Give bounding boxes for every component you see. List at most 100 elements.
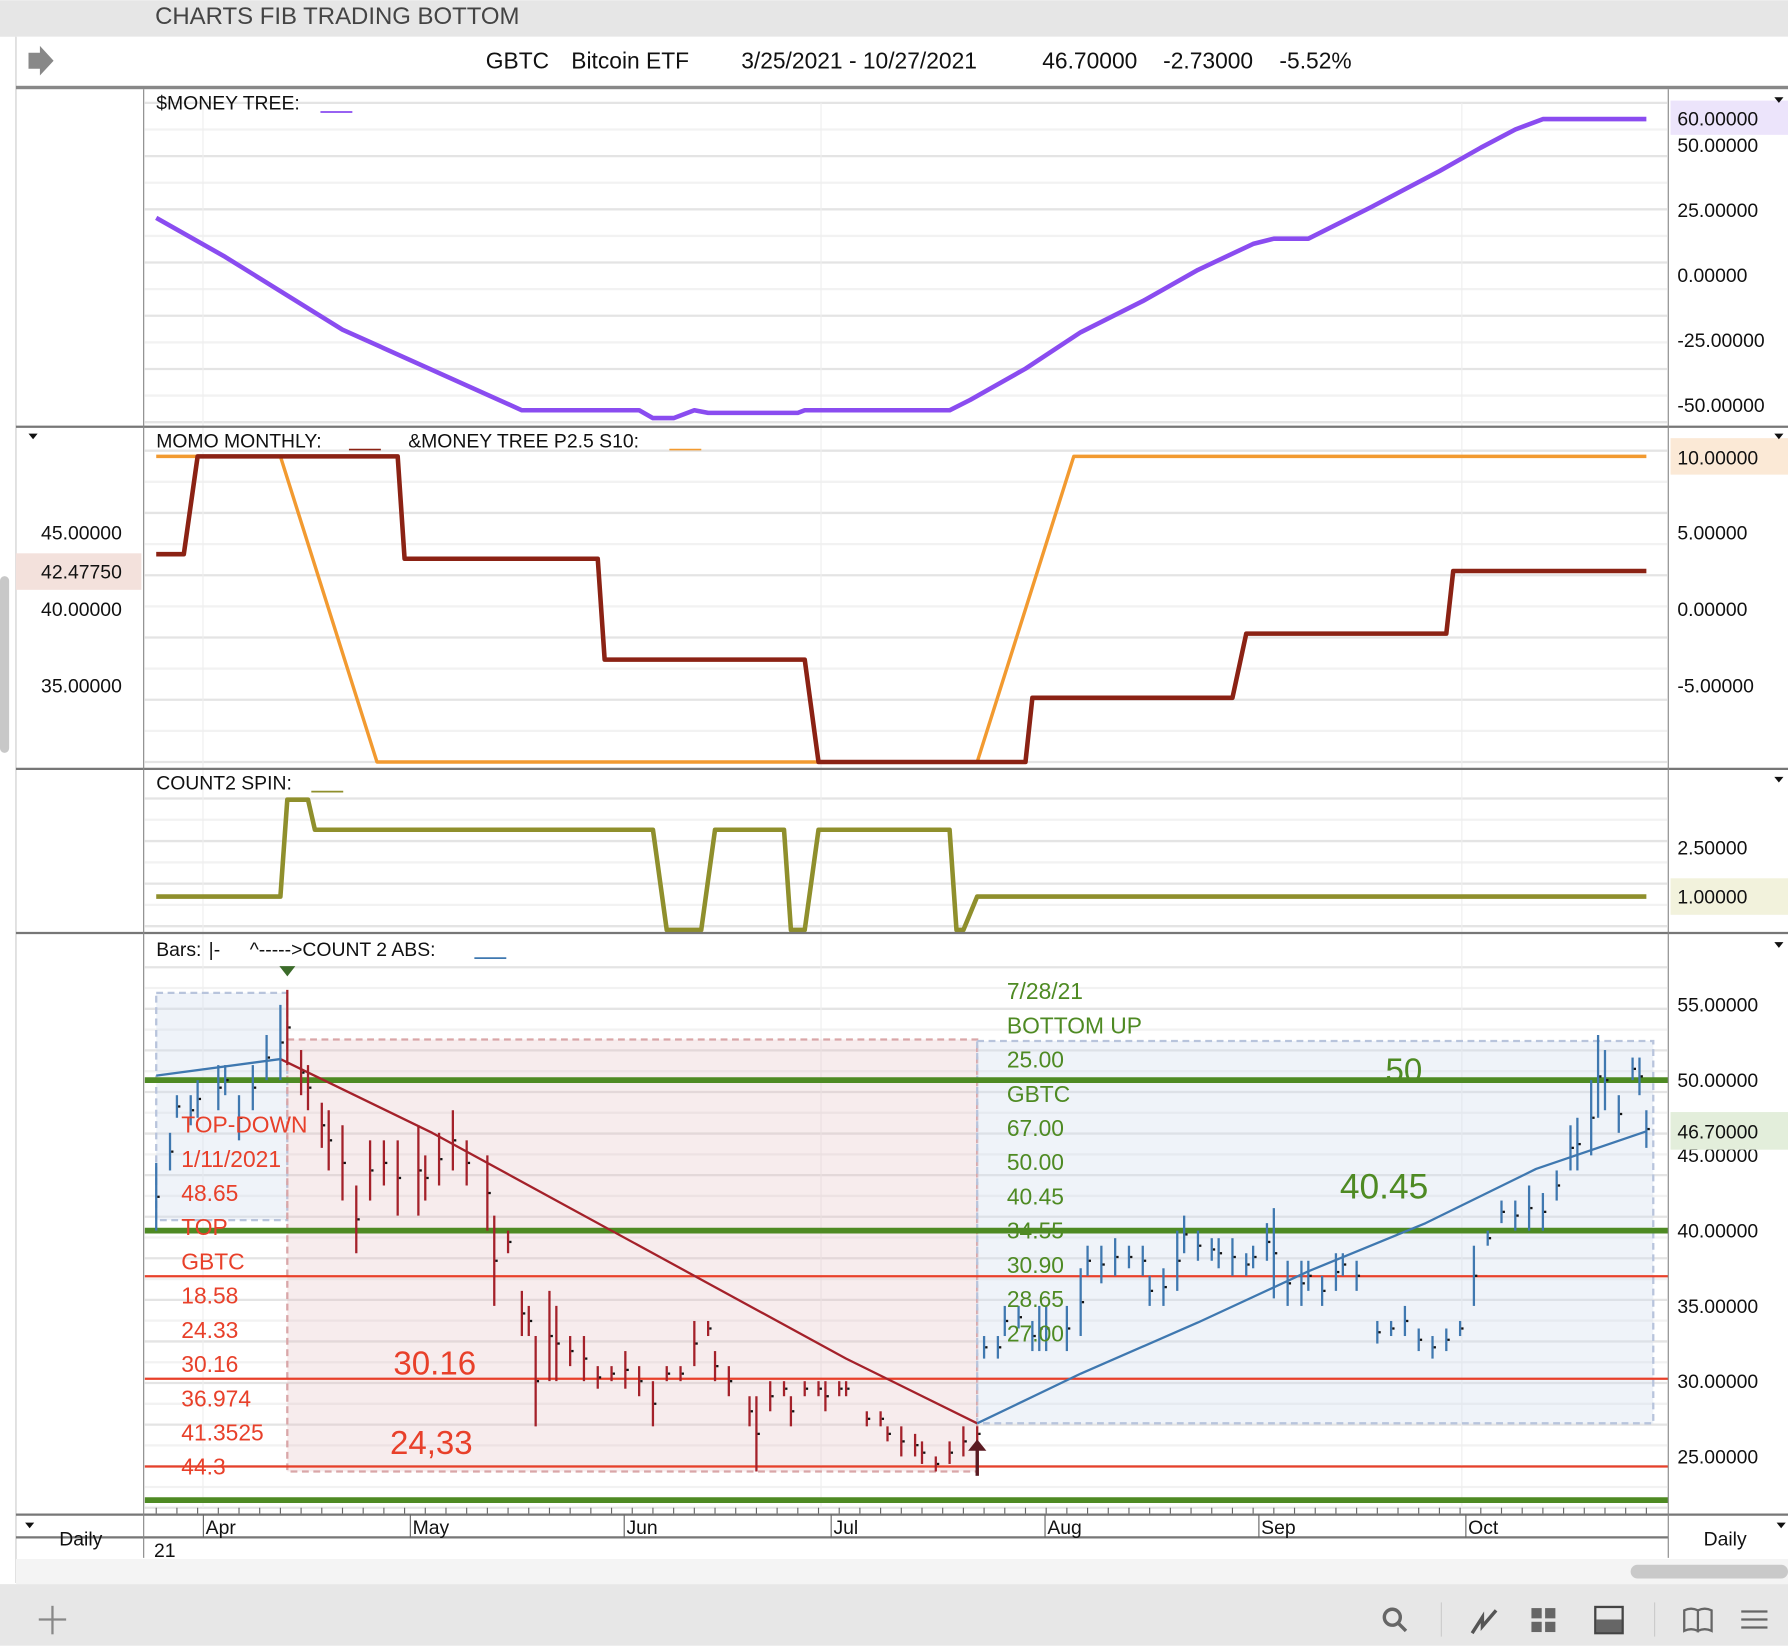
money-tree-axis: 50.00000 25.00000 0.00000 -25.00000 -50.… [1677,135,1764,417]
price-bar-close [1544,1210,1547,1213]
money-tree-p25-label: &MONEY TREE P2.5 S10: [408,430,639,452]
price-bar-close [1302,1282,1305,1285]
price-bar-close [509,1240,512,1244]
annotation-text: 18.58 [181,1283,238,1309]
price-bar-close [302,1071,305,1074]
price-bar-close [226,1078,229,1082]
price-bar-close [1592,1116,1595,1119]
price-bar-close [1178,1259,1181,1262]
month-label: Apr [206,1517,237,1539]
price-bar-close [419,1169,422,1172]
header-name: Bitcoin ETF [571,48,689,74]
price-bar-close [1447,1338,1450,1341]
price-bar-close [881,1417,885,1420]
header-info: GBTC Bitcoin ETF 3/25/2021 - 10/27/2021 … [486,48,1352,74]
price-current: 46.70000 [1677,1121,1758,1143]
annotation-text: GBTC [1007,1081,1070,1107]
price-bar-close [826,1395,829,1398]
price-bar-close [1488,1237,1492,1240]
annotation-text: 7/28/21 [1007,978,1083,1004]
price-bar-close [398,1176,402,1180]
price-bar-close [771,1395,774,1398]
horizontal-scrollbar[interactable] [1630,1564,1788,1579]
annotation-text: 1/11/2021 [181,1146,281,1172]
month-label: May [413,1517,450,1539]
price-bar-close [709,1327,712,1330]
price-bar-close [1102,1263,1105,1266]
period-right[interactable]: Daily [1704,1528,1747,1550]
price-bar-close [1502,1210,1505,1213]
price-bar-close [1337,1270,1340,1274]
month-label: Jul [833,1517,858,1539]
price-bar-close [1081,1301,1085,1304]
price-bar-close [695,1342,698,1345]
annotation-text: 40.45 [1007,1183,1064,1209]
price-bar-close [371,1169,374,1172]
tick-label: 40.00000 [41,599,122,621]
header-range: 3/25/2021 - 10/27/2021 [741,48,977,74]
window-title: CHARTS FIB TRADING BOTTOM [155,3,519,30]
price-bar-close [1475,1274,1478,1277]
price-bar-close [1143,1259,1147,1262]
dropdown-icon[interactable] [25,1522,35,1529]
tick-label: 45.00000 [41,523,122,545]
price-bar-close [1647,1127,1650,1131]
left-current: 42.47750 [41,561,122,583]
bottom-toolbar [0,1584,1788,1646]
price-bar-close [1419,1338,1423,1341]
price-bar-close [1199,1244,1202,1247]
spin-axis: 2.50000 [1677,837,1747,859]
price-bar-close [467,1161,471,1165]
price-bar-close [902,1440,905,1443]
left-scrollbar[interactable] [0,576,10,753]
month-label: Sep [1261,1517,1295,1539]
tick-label: 40.00000 [1677,1221,1758,1243]
annotation-text: 67.00 [1007,1115,1064,1141]
month-label: Oct [1468,1517,1499,1539]
tick-label: 50.00000 [1677,1070,1758,1092]
money-tree-line [155,116,1647,421]
price-bar-close [178,1105,181,1108]
price-bar-close [1309,1274,1312,1277]
period-left[interactable]: Daily [59,1528,102,1550]
price-bar-close [557,1342,560,1345]
price-bar-close [598,1376,602,1379]
dropdown-icon[interactable] [28,433,38,440]
dropdown-icon[interactable] [1776,1522,1786,1529]
price-bar-close [1640,1075,1643,1078]
price-bar-close [1268,1240,1271,1244]
price-bar-close [1571,1146,1574,1150]
price-bar-close [198,1097,202,1101]
tick-label: 0.00000 [1677,599,1747,621]
top-down-zone [286,1038,979,1473]
annotation-text: 44.3 [181,1454,225,1480]
annotation-text: GBTC [181,1248,244,1274]
price-bar-close [1619,1112,1623,1116]
price-bar-close [1150,1289,1154,1293]
header-symbol: GBTC [486,48,549,74]
price-bar-close [1019,1316,1022,1319]
annotation-text: 50.00 [1007,1149,1064,1175]
price-bar-close [1343,1263,1347,1266]
dropdown-icon[interactable] [1774,942,1784,948]
price-bar-close [1130,1255,1133,1259]
money-tree-label: $MONEY TREE: [156,93,300,115]
price-bar-close [1357,1274,1361,1277]
price-bar-close [1247,1263,1250,1266]
price-bar-close [612,1372,615,1375]
price-bar-close [219,1086,222,1089]
price-bar-close [1392,1327,1395,1330]
momo-monthly-line [156,454,1647,765]
price-bar-close [385,1161,388,1165]
header-pct: -5.52% [1279,48,1351,74]
price-bar-close [716,1364,719,1368]
price-bar-close [1516,1214,1519,1217]
bars-symbol: |- [209,939,220,961]
price-bar-close [585,1357,588,1360]
tick-label: 35.00000 [1677,1296,1758,1318]
price-bar-close [309,1086,312,1089]
price-bar-close [916,1444,919,1447]
price-bar-close [1606,1078,1609,1082]
price-bar-close [529,1319,533,1323]
dropdown-icon[interactable] [1774,776,1784,783]
